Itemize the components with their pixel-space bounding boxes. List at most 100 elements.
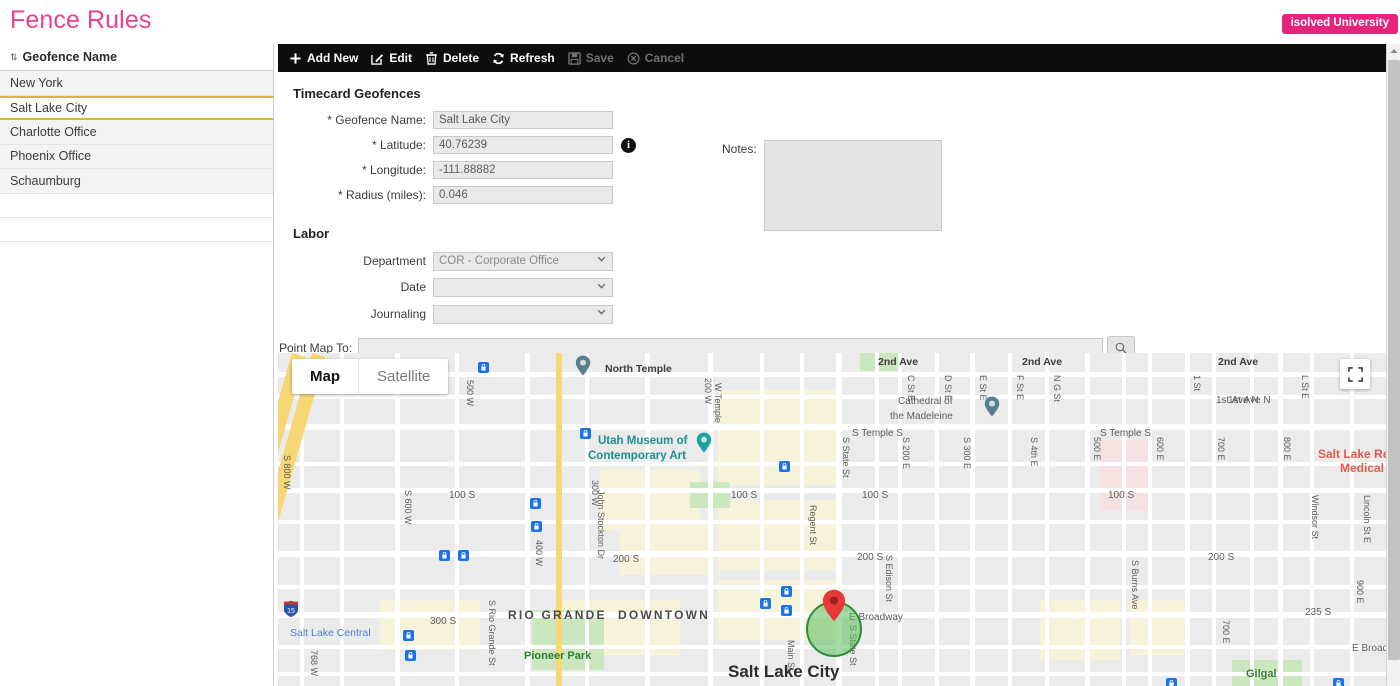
geofence-list-header[interactable]: ⇅ Geofence Name	[0, 44, 273, 71]
map-road-v	[585, 353, 589, 686]
map-label: 100 S	[731, 490, 758, 501]
toolbar-cancel-button: Cancel	[625, 51, 695, 65]
label-notes: Notes:	[722, 142, 757, 156]
map-label-vertical: S 300 E	[962, 437, 972, 470]
map-road-v	[1350, 353, 1354, 686]
map-label-vertical: S State St	[841, 437, 851, 478]
map-label-vertical: 300 W	[590, 480, 600, 507]
map-poi-icon[interactable]	[405, 650, 416, 661]
geofence-name-input[interactable]	[433, 111, 613, 129]
map-poi-icon[interactable]	[403, 630, 414, 641]
map-label-vertical: 200 W	[703, 378, 713, 405]
scrollbar-thumb[interactable]	[1388, 60, 1400, 660]
label-longitude: * Longitude:	[361, 163, 426, 177]
list-item-empty	[0, 193, 273, 218]
map-fullscreen-button[interactable]	[1340, 359, 1370, 389]
map-label: Utah Museum of	[598, 435, 688, 447]
map-road-v	[645, 353, 650, 686]
map-road-v	[525, 353, 530, 686]
highway-shield-icon: 15	[283, 600, 299, 623]
sort-toggle-icon[interactable]: ⇅	[10, 52, 18, 62]
map-block	[1040, 600, 1120, 660]
map-label: the Madeleine	[890, 411, 953, 422]
isolved-university-badge[interactable]: isolved University	[1281, 14, 1398, 34]
map-type-map-button[interactable]: Map	[292, 359, 358, 394]
map-label-vertical: S Edison St	[884, 555, 894, 603]
map-poi-icon[interactable]	[531, 521, 542, 532]
map-label-vertical: S 800 W	[282, 455, 292, 490]
map-poi-icon[interactable]	[1333, 678, 1344, 686]
trash-icon	[425, 51, 438, 65]
geofence-map[interactable]: North Temple 2nd Ave 2nd Ave 2nd Ave 1st Ave…	[278, 353, 1392, 686]
map-poi-pin-cathedral[interactable]	[984, 396, 1000, 417]
map-poi-icon[interactable]	[439, 550, 450, 561]
map-label: RIO GRANDE	[508, 608, 607, 622]
geofence-list-rows: New York Salt Lake City Charlotte Office Ph…	[0, 71, 273, 242]
list-item[interactable]: New York	[0, 71, 273, 96]
map-type-satellite-button[interactable]: Satellite	[359, 359, 448, 394]
toolbar-refresh-button[interactable]: Refresh	[490, 51, 566, 65]
toolbar-delete-button[interactable]: Delete	[423, 51, 490, 65]
map-label: 200 S	[857, 552, 884, 563]
map-label: 200 S	[1208, 552, 1235, 563]
map-poi-icon[interactable]	[458, 550, 469, 561]
map-pin-marker[interactable]	[822, 589, 846, 627]
map-label: 100 S	[1108, 490, 1135, 501]
list-item-empty	[0, 217, 273, 242]
map-road-v	[1185, 353, 1190, 686]
map-label-vertical: S Burns Ave	[1130, 560, 1140, 610]
map-label-vertical: D St E	[943, 375, 953, 402]
map-road-v	[455, 353, 459, 686]
toolbar-button-label: Cancel	[644, 51, 685, 65]
label-radius: * Radius (miles):	[337, 188, 426, 202]
map-poi-pin-temple[interactable]	[575, 355, 591, 376]
info-icon[interactable]: i	[621, 137, 636, 153]
page-title: Fence Rules	[10, 6, 152, 34]
field-row-journaling: Journaling	[278, 304, 1392, 324]
journaling-select[interactable]	[433, 304, 613, 324]
list-item[interactable]: Schaumburg	[0, 169, 273, 194]
toolbar-button-label: Delete	[443, 51, 480, 65]
page-scrollbar[interactable]	[1386, 44, 1400, 686]
pencil-square-icon	[371, 52, 384, 65]
map-label: North Temple	[605, 363, 672, 375]
map-poi-icon[interactable]	[530, 498, 541, 509]
list-item[interactable]: Salt Lake City	[0, 95, 273, 120]
map-poi-icon[interactable]	[478, 362, 489, 373]
map-label-vertical: Lincoln St E	[1362, 495, 1372, 544]
map-label-vertical: N G St	[1052, 375, 1062, 403]
map-road-v	[1008, 353, 1012, 686]
map-poi-icon[interactable]	[760, 598, 771, 609]
map-label: Salt Lake City	[728, 662, 840, 681]
map-label-vertical: S 200 E	[901, 437, 911, 470]
toolbar-edit-button[interactable]: Edit	[369, 51, 423, 65]
scrollbar-up-button[interactable]	[1387, 44, 1400, 58]
longitude-input[interactable]	[433, 161, 613, 179]
list-item[interactable]: Charlotte Office	[0, 120, 273, 145]
date-select[interactable]	[433, 278, 613, 297]
map-label: 2nd Ave	[1218, 356, 1259, 368]
notes-textarea[interactable]	[763, 140, 942, 231]
list-item[interactable]: Phoenix Office	[0, 144, 273, 169]
latitude-input[interactable]	[433, 136, 613, 154]
refresh-icon	[492, 52, 505, 65]
toolbar-button-label: Edit	[389, 51, 413, 65]
toolbar-add-new-button[interactable]: Add New	[287, 51, 369, 65]
map-label-vertical: S 4th E	[1029, 437, 1039, 467]
page-header: Fence Rules isolved University	[0, 0, 1400, 42]
chevron-up-icon	[1390, 49, 1398, 53]
map-poi-icon[interactable]	[779, 461, 790, 472]
map-label-vertical: S 600 W	[403, 490, 413, 525]
radius-input[interactable]	[433, 186, 613, 204]
toolbar-save-button: Save	[566, 51, 625, 65]
map-poi-pin-museum[interactable]	[696, 432, 712, 453]
department-select[interactable]: COR - Corporate Office	[433, 251, 613, 271]
map-label: Pioneer Park	[524, 650, 592, 662]
map-poi-icon[interactable]	[580, 428, 591, 439]
label-latitude: * Latitude:	[371, 138, 426, 152]
map-poi-icon[interactable]	[1166, 678, 1177, 686]
toolbar-button-label: Add New	[307, 51, 359, 65]
map-poi-icon[interactable]	[781, 605, 792, 616]
map-canvas[interactable]: North Temple 2nd Ave 2nd Ave 2nd Ave 1st Ave…	[278, 353, 1392, 686]
map-poi-icon[interactable]	[781, 586, 792, 597]
